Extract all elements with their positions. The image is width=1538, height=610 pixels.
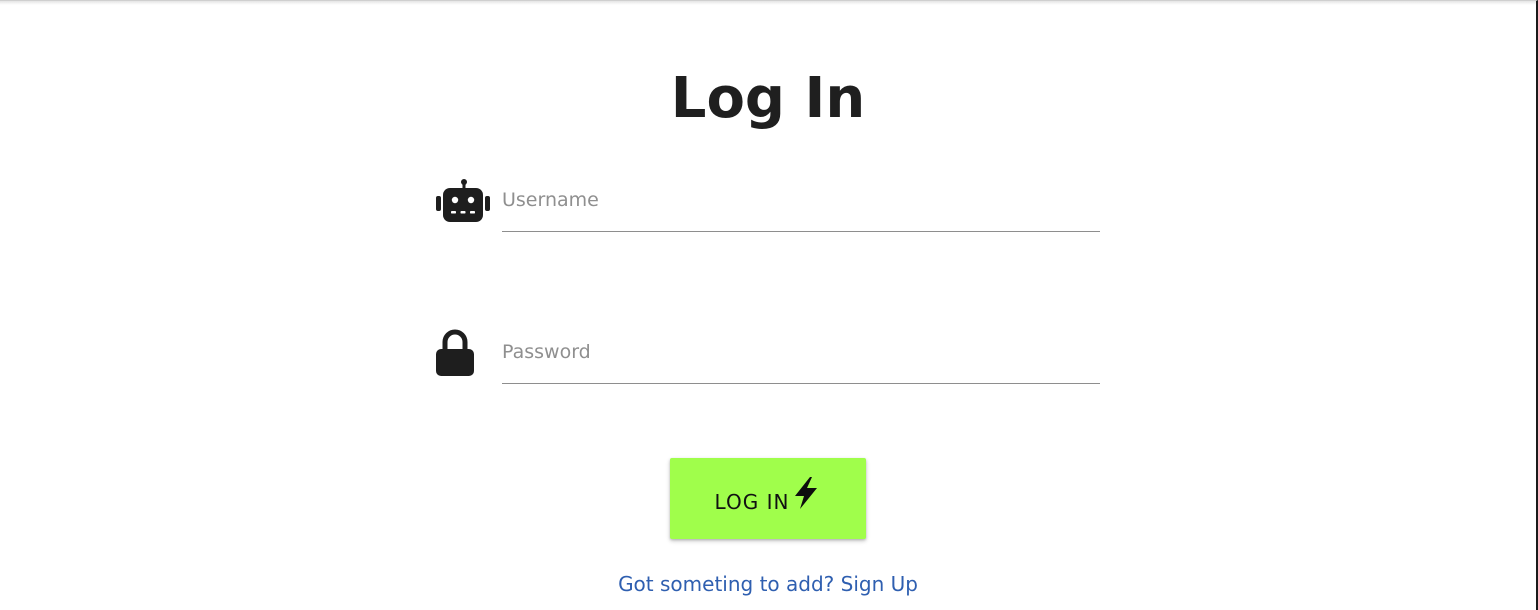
password-field-row	[434, 328, 1102, 388]
signup-link-text[interactable]: Got someting to add? Sign Up	[618, 572, 918, 596]
page-title: Log In	[670, 65, 866, 131]
lightning-bolt-icon	[791, 476, 821, 513]
login-button-label: LOG IN	[714, 489, 790, 514]
top-shadow	[0, 1, 1536, 5]
login-page: Log In Username LOG IN Got someting to a…	[0, 0, 1538, 610]
username-input[interactable]	[502, 176, 1100, 232]
lock-icon	[434, 328, 494, 380]
robot-icon	[434, 176, 494, 228]
password-input[interactable]	[502, 328, 1100, 384]
signup-link[interactable]: Got someting to add? Sign Up	[0, 570, 1536, 598]
username-field-row	[434, 176, 1102, 236]
login-button[interactable]: LOG IN	[670, 458, 866, 539]
